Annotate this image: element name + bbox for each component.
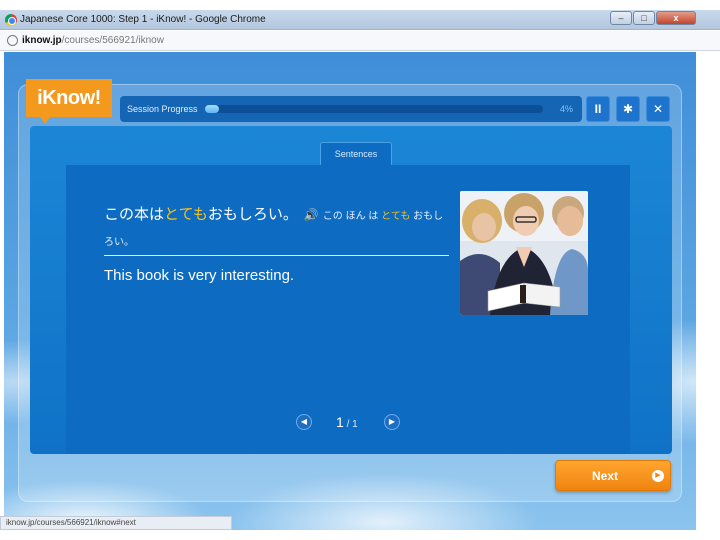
- close-icon: ✕: [652, 102, 664, 116]
- english-translation: This book is very interesting.: [104, 267, 295, 284]
- settings-button[interactable]: ✱: [616, 96, 640, 122]
- page-indicator: 1 / 1: [336, 414, 358, 430]
- previous-page-button[interactable]: ◀: [296, 414, 312, 430]
- page-total: / 1: [343, 419, 358, 430]
- next-button-label: Next: [592, 469, 619, 483]
- status-bar: iknow.jp/courses/566921/iknow#next: [0, 516, 232, 530]
- sentence-photo: [460, 191, 588, 315]
- chevron-right-icon: ▶: [388, 417, 396, 426]
- chrome-logo-icon: [5, 14, 17, 26]
- reading-before: この ほん は: [322, 211, 382, 222]
- gear-icon: ✱: [622, 102, 634, 116]
- session-progress-panel: Session Progress 4%: [120, 96, 582, 122]
- chevron-left-icon: ◀: [300, 417, 308, 426]
- sentence-divider: [104, 255, 449, 256]
- maximize-button[interactable]: □: [633, 11, 655, 25]
- session-progress-label: Session Progress: [127, 104, 198, 114]
- close-window-button[interactable]: x: [656, 11, 696, 25]
- window-controls: – □ x: [610, 11, 696, 25]
- url-path: /courses/566921/iknow: [61, 35, 164, 46]
- url-text[interactable]: iknow.jp/courses/566921/iknow: [22, 35, 164, 46]
- session-progress-track: [205, 105, 543, 113]
- session-progress-percent: 4%: [560, 104, 574, 114]
- next-button[interactable]: Next ▶: [555, 460, 671, 491]
- reading-people-illustration: [460, 191, 588, 315]
- speaker-icon[interactable]: 🔊: [304, 208, 319, 222]
- jp-text-highlight: とても: [164, 206, 208, 223]
- next-page-button[interactable]: ▶: [384, 414, 400, 430]
- arrow-right-icon: ▶: [652, 470, 664, 482]
- page-info-icon[interactable]: [7, 35, 18, 46]
- browser-titlebar: Japanese Core 1000: Step 1 - iKnow! - Go…: [0, 10, 720, 30]
- minimize-button[interactable]: –: [610, 11, 632, 25]
- session-progress-fill: [205, 105, 219, 113]
- address-bar[interactable]: iknow.jp/courses/566921/iknow: [0, 31, 720, 51]
- close-session-button[interactable]: ✕: [646, 96, 670, 122]
- pause-icon: II: [594, 102, 602, 116]
- reading-highlight: とても: [381, 211, 411, 222]
- pause-button[interactable]: II: [586, 96, 610, 122]
- window-title: Japanese Core 1000: Step 1 - iKnow! - Go…: [20, 14, 266, 25]
- jp-text-after: おもしろい。: [207, 206, 298, 223]
- jp-text-before: この本は: [104, 206, 165, 223]
- iknow-logo[interactable]: iKnow!: [26, 79, 112, 124]
- page-current: 1: [336, 414, 344, 430]
- tab-sentences[interactable]: Sentences: [320, 142, 392, 165]
- url-host: iknow.jp: [22, 35, 62, 46]
- japanese-sentence: この本はとてもおもしろい。 🔊 この ほん は とても おもしろい。: [104, 203, 450, 255]
